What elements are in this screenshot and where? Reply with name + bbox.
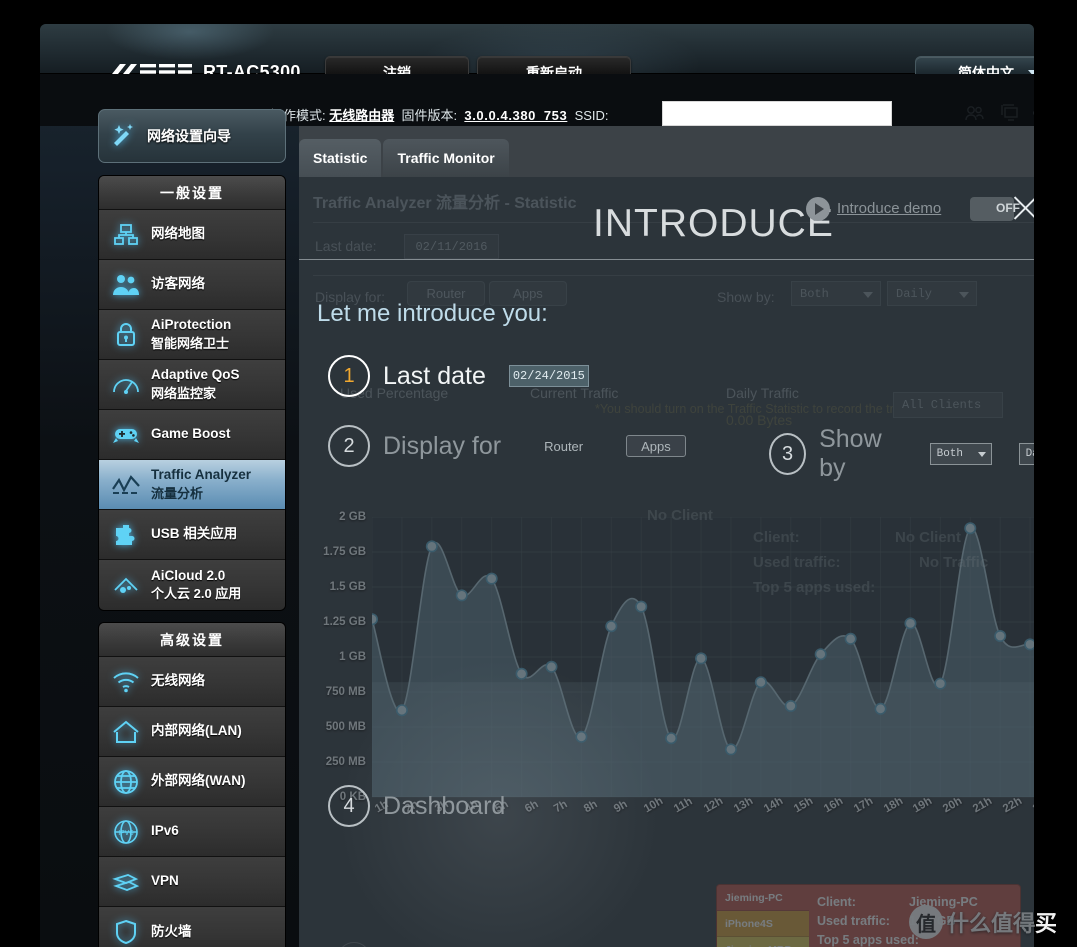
- tab-traffic-monitor[interactable]: Traffic Monitor: [383, 139, 509, 177]
- svg-text:IPV6: IPV6: [118, 829, 134, 837]
- overlay-step-1: 1 Last date 02/24/2015: [328, 355, 589, 397]
- sidebar-item-label: 无线网络: [151, 673, 205, 689]
- sidebar-item-aicloud[interactable]: AiCloud 2.0 个人云 2.0 应用: [99, 560, 285, 610]
- sidebar-item-ipv6[interactable]: IPV6 IPv6: [99, 807, 285, 857]
- sidebar-item-vpn[interactable]: VPN: [99, 857, 285, 907]
- step-number: 3: [769, 433, 807, 475]
- wifi-icon: [111, 667, 141, 697]
- overlay-period-select: Daily: [1018, 443, 1034, 465]
- step-text: Display for: [383, 431, 502, 460]
- sidebar-item-adaptive-qos[interactable]: Adaptive QoS 网络监控家: [99, 360, 285, 410]
- step-number: 2: [328, 425, 370, 467]
- router-admin-window: RT-AC5300 注销 重新启动 简体中文 操作模式: 无线路由器 固件版本:…: [40, 24, 1034, 947]
- wand-sparkle-icon: [109, 121, 139, 151]
- sidebar-item-label: 内部网络(LAN): [151, 723, 242, 739]
- sidebar-item-label: AiProtection 智能网络卫士: [151, 317, 232, 351]
- screenshot-root: RT-AC5300 注销 重新启动 简体中文 操作模式: 无线路由器 固件版本:…: [0, 0, 1077, 947]
- overlay-showby-select: Both: [929, 443, 992, 465]
- sidebar-item-label: 防火墙: [151, 923, 192, 939]
- ipv6-icon: IPV6: [111, 817, 141, 847]
- firmware-label: 固件版本:: [401, 108, 458, 123]
- step-text: Show by: [819, 425, 882, 482]
- sidebar-item-traffic-analyzer[interactable]: Traffic Analyzer 流量分析: [99, 460, 285, 510]
- network-map-icon: [111, 220, 141, 250]
- sidebar-item-label: VPN: [151, 873, 179, 889]
- op-mode-value[interactable]: 无线路由器: [329, 108, 394, 123]
- sidebar-item-label: Adaptive QoS 网络监控家: [151, 367, 240, 401]
- sidebar-item-aiprotection[interactable]: AiProtection 智能网络卫士: [99, 310, 285, 360]
- usb-icon[interactable]: [1033, 106, 1034, 120]
- network-setup-wizard-button[interactable]: 网络设置向导: [98, 109, 286, 163]
- home-icon: [111, 717, 141, 747]
- sidebar-item-game-boost[interactable]: Game Boost: [99, 410, 285, 460]
- overlay-step-3: 3 Show by Both Daily: [769, 425, 1034, 483]
- sidebar-item-label: 访客网络: [151, 276, 205, 292]
- overlay-divider: [299, 259, 1034, 260]
- sidebar-item-label: 网络地图: [151, 226, 205, 242]
- sidebar-group-general: 一般设置 网络地图 访客网络 AiProtection 智能网络卫士 Adapt…: [98, 175, 286, 611]
- sidebar-item-label: Traffic Analyzer 流量分析: [151, 467, 252, 501]
- tab-bar: Statistic Traffic Monitor: [299, 139, 509, 177]
- sidebar-item-wireless[interactable]: 无线网络: [99, 657, 285, 707]
- puzzle-icon: [111, 520, 141, 550]
- header-icon-group: [965, 104, 1034, 121]
- overlay-glow: [284, 607, 714, 947]
- traffic-analyzer-icon: [111, 470, 141, 500]
- step-number: 1: [328, 355, 370, 397]
- clients-icon[interactable]: [965, 105, 985, 121]
- sidebar-item-label: AiCloud 2.0 个人云 2.0 应用: [151, 567, 242, 601]
- sidebar-item-label: 外部网络(WAN): [151, 773, 246, 789]
- sidebar-item-network-map[interactable]: 网络地图: [99, 210, 285, 260]
- overlay-step-4: 4 Dashboard: [328, 785, 505, 827]
- sidebar-item-label: USB 相关应用: [151, 526, 238, 542]
- introduce-demo-link[interactable]: Introduce demo: [837, 200, 941, 217]
- shield-icon: [111, 917, 141, 947]
- network-monitor-icon[interactable]: [999, 104, 1019, 121]
- gamepad-icon: [111, 420, 141, 450]
- overlay-lead-text: Let me introduce you:: [317, 300, 548, 327]
- step-number: 4: [328, 785, 370, 827]
- cloud-home-icon: [111, 570, 141, 600]
- sidebar-item-label: Game Boost: [151, 426, 231, 442]
- sidebar-item-firewall[interactable]: 防火墙: [99, 907, 285, 947]
- sidebar-item-guest-network[interactable]: 访客网络: [99, 260, 285, 310]
- sidebar-group-general-title: 一般设置: [99, 176, 285, 210]
- lock-icon: [111, 320, 141, 350]
- overlay-apps-option: Apps: [626, 435, 686, 457]
- main-content: Traffic Analyzer 流量分析 - Statistic Last d…: [284, 126, 1034, 947]
- sidebar-item-usb-application[interactable]: USB 相关应用: [99, 510, 285, 560]
- guest-network-icon: [111, 270, 141, 300]
- step-text: Dashboard: [383, 791, 506, 820]
- ssid-input[interactable]: [662, 101, 892, 126]
- overlay-router-option: Router: [544, 438, 584, 454]
- firmware-value[interactable]: 3.0.0.4.380_753: [464, 108, 567, 123]
- info-bar-text: 操作模式: 无线路由器 固件版本: 3.0.0.4.380_753 SSID:: [270, 105, 609, 124]
- sidebar-item-wan[interactable]: 外部网络(WAN): [99, 757, 285, 807]
- close-icon[interactable]: [1008, 191, 1034, 225]
- sidebar-group-advanced-title: 高级设置: [99, 623, 285, 657]
- overlay-step-2: 2 Display for Router Apps: [328, 425, 686, 467]
- chevron-down-icon: [977, 452, 986, 457]
- vpn-icon: [111, 867, 141, 897]
- step-text: Last date: [383, 361, 486, 390]
- sidebar-item-lan[interactable]: 内部网络(LAN): [99, 707, 285, 757]
- ssid-label: SSID:: [574, 108, 609, 123]
- overlay-last-date: 02/24/2015: [508, 365, 589, 387]
- gauge-icon: [111, 370, 141, 400]
- overlay-title: INTRODUCE: [593, 202, 834, 245]
- play-icon[interactable]: [806, 197, 830, 221]
- introduce-overlay: INTRODUCE Introduce demo OFF Let me intr…: [284, 177, 1034, 947]
- globe-icon: [111, 767, 141, 797]
- tab-statistic[interactable]: Statistic: [299, 139, 382, 177]
- sidebar-item-label: IPv6: [151, 823, 179, 839]
- sidebar-group-advanced: 高级设置 无线网络 内部网络(LAN) 外部网络(WAN) IPV6 IPv6 …: [98, 622, 286, 947]
- wizard-label: 网络设置向导: [147, 128, 231, 144]
